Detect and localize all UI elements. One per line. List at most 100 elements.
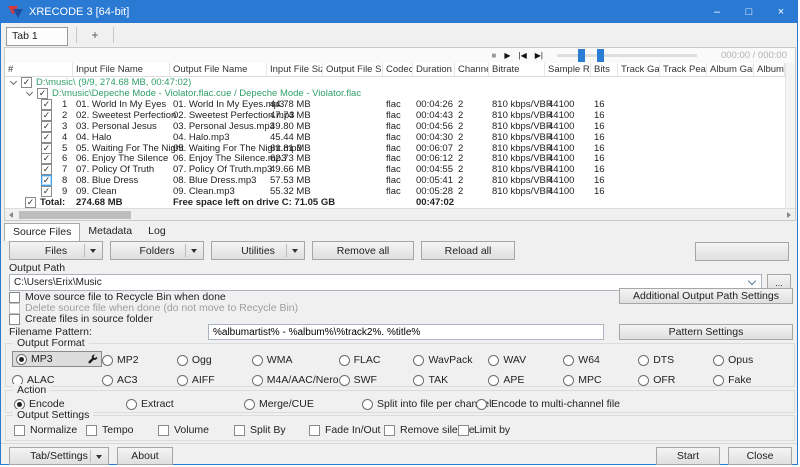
column-header-track-gain[interactable]: Track Gain [618,63,660,76]
radio-icon[interactable] [488,375,499,386]
player-slider-track[interactable] [557,54,697,57]
setting-split-by-checkbox[interactable]: Split By [234,424,286,436]
scroll-left-icon[interactable] [9,212,13,218]
radio-icon[interactable] [102,375,113,386]
radio-icon[interactable] [102,355,113,366]
radio-icon[interactable] [177,355,188,366]
table-row[interactable]: ✓505. Waiting For The Night05. Waiting F… [5,143,785,154]
row-checkbox[interactable]: ✓ [41,164,52,175]
radio-icon[interactable] [413,355,424,366]
row-checkbox[interactable]: ✓ [21,77,32,88]
format-option-w64[interactable]: W64 [563,353,638,367]
format-option-fake[interactable]: Fake [713,373,788,387]
table-row[interactable]: ✓202. Sweetest Perfection02. Sweetest Pe… [5,110,785,121]
radio-icon[interactable] [252,375,263,386]
column-header-duration[interactable]: Duration [413,63,455,76]
row-checkbox[interactable]: ✓ [41,175,52,186]
column-header-input-file-name[interactable]: Input File Name [73,63,170,76]
folders-button[interactable]: Folders [110,241,204,260]
group-row[interactable]: ✓D:\music\Depeche Mode - Violator.flac.c… [5,88,785,99]
table-row[interactable]: ✓303. Personal Jesus03. Personal Jesus.m… [5,121,785,132]
column-header-sample-rate[interactable]: Sample Rate [545,63,591,76]
radio-icon[interactable] [713,375,724,386]
radio-icon[interactable] [362,399,373,410]
checkbox-icon[interactable] [14,425,25,436]
column-header-output-file-name[interactable]: Output File Name [170,63,267,76]
row-checkbox[interactable]: ✓ [37,88,48,99]
tab-metadata[interactable]: Metadata [80,223,140,241]
format-option-flac[interactable]: FLAC [339,353,414,367]
setting-fade-in-out-checkbox[interactable]: Fade In/Out [309,424,380,436]
files-button[interactable]: Files [9,241,103,260]
format-option-ofr[interactable]: OFR [638,373,713,387]
format-option-mpc[interactable]: MPC [563,373,638,387]
row-checkbox[interactable]: ✓ [41,110,52,121]
table-row[interactable]: ✓404. Halo04. Halo.mp345.44 MBflac00:04:… [5,132,785,143]
radio-icon[interactable] [252,355,263,366]
format-option-wma[interactable]: WMA [252,353,339,367]
pattern-settings-button[interactable]: Pattern Settings [619,324,793,340]
volume-slider-thumb[interactable] [597,49,604,62]
column-header-codec[interactable]: Codec [383,63,413,76]
reload-all-button[interactable]: Reload all [421,241,515,260]
horizontal-scrollbar[interactable] [5,208,795,220]
expand-icon[interactable] [10,78,17,85]
setting-limit-by-checkbox[interactable]: Limit by [458,424,510,436]
format-option-swf[interactable]: SWF [339,373,414,387]
radio-icon[interactable] [713,355,724,366]
format-option-ac3[interactable]: AC3 [102,373,177,387]
checkbox-icon[interactable] [86,425,97,436]
vertical-scrollbar[interactable] [785,63,795,208]
expand-icon[interactable] [26,89,33,96]
toolbar-overflow-button[interactable] [695,242,789,261]
format-option-mp2[interactable]: MP2 [102,353,177,367]
group-row[interactable]: ✓D:\music\ (9/9, 274.68 MB, 00:47:02) [5,77,785,88]
radio-icon[interactable] [488,355,499,366]
maximize-button[interactable]: □ [733,1,765,23]
radio-icon[interactable] [177,375,188,386]
radio-icon[interactable] [339,355,350,366]
previous-track-icon[interactable]: |◀ [518,51,526,61]
action-option-merge-cue[interactable]: Merge/CUE [244,397,314,411]
table-row[interactable]: ✓606. Enjoy The Silence06. Enjoy The Sil… [5,153,785,164]
row-checkbox[interactable]: ✓ [41,153,52,164]
next-track-icon[interactable]: ▶| [535,51,543,61]
stop-icon[interactable]: ■ [491,51,496,61]
filename-pattern-input[interactable] [208,324,604,340]
format-option-dts[interactable]: DTS [638,353,713,367]
radio-icon[interactable] [563,375,574,386]
checkbox-icon[interactable] [458,425,469,436]
start-button[interactable]: Start [656,447,720,465]
radio-icon[interactable] [476,399,487,410]
seek-slider-thumb[interactable] [578,49,585,62]
column-header-bits[interactable]: Bits [591,63,618,76]
row-checkbox[interactable]: ✓ [41,132,52,143]
radio-icon[interactable] [563,355,574,366]
format-option-wavpack[interactable]: WavPack [413,353,488,367]
radio-icon[interactable] [126,399,137,410]
action-option-encode-to-multi-channel-file[interactable]: Encode to multi-channel file [476,397,620,411]
row-checkbox[interactable]: ✓ [41,99,52,110]
format-option-m4a-aac-nero[interactable]: M4A/AAC/Nero [252,373,339,387]
action-option-split-into-file-per-channel[interactable]: Split into file per channel [362,397,491,411]
checkbox-icon[interactable] [384,425,395,436]
column-header-output-file-size[interactable]: Output File Size [323,63,383,76]
table-row[interactable]: ✓909. Clean09. Clean.mp355.32 MBflac00:0… [5,186,785,197]
radio-icon[interactable] [244,399,255,410]
radio-icon[interactable] [638,375,649,386]
setting-volume-checkbox[interactable]: Volume [158,424,209,436]
checkbox-icon[interactable] [9,314,20,325]
column-header-track-peak[interactable]: Track Peak [660,63,707,76]
setting-tempo-checkbox[interactable]: Tempo [86,424,134,436]
scrollbar-thumb[interactable] [19,211,131,219]
column-header-bitrate[interactable]: Bitrate [489,63,545,76]
table-row[interactable]: ✓707. Policy Of Truth07. Policy Of Truth… [5,164,785,175]
column-header-[interactable]: # [5,63,73,76]
minimize-button[interactable]: – [701,1,733,23]
checkbox-icon[interactable] [309,425,320,436]
play-icon[interactable]: ▶ [504,51,510,61]
column-header-channels[interactable]: Channels [455,63,489,76]
column-header-album-gain[interactable]: Album Gain [707,63,754,76]
checkbox-icon[interactable] [158,425,169,436]
remove-all-button[interactable]: Remove all [312,241,414,260]
